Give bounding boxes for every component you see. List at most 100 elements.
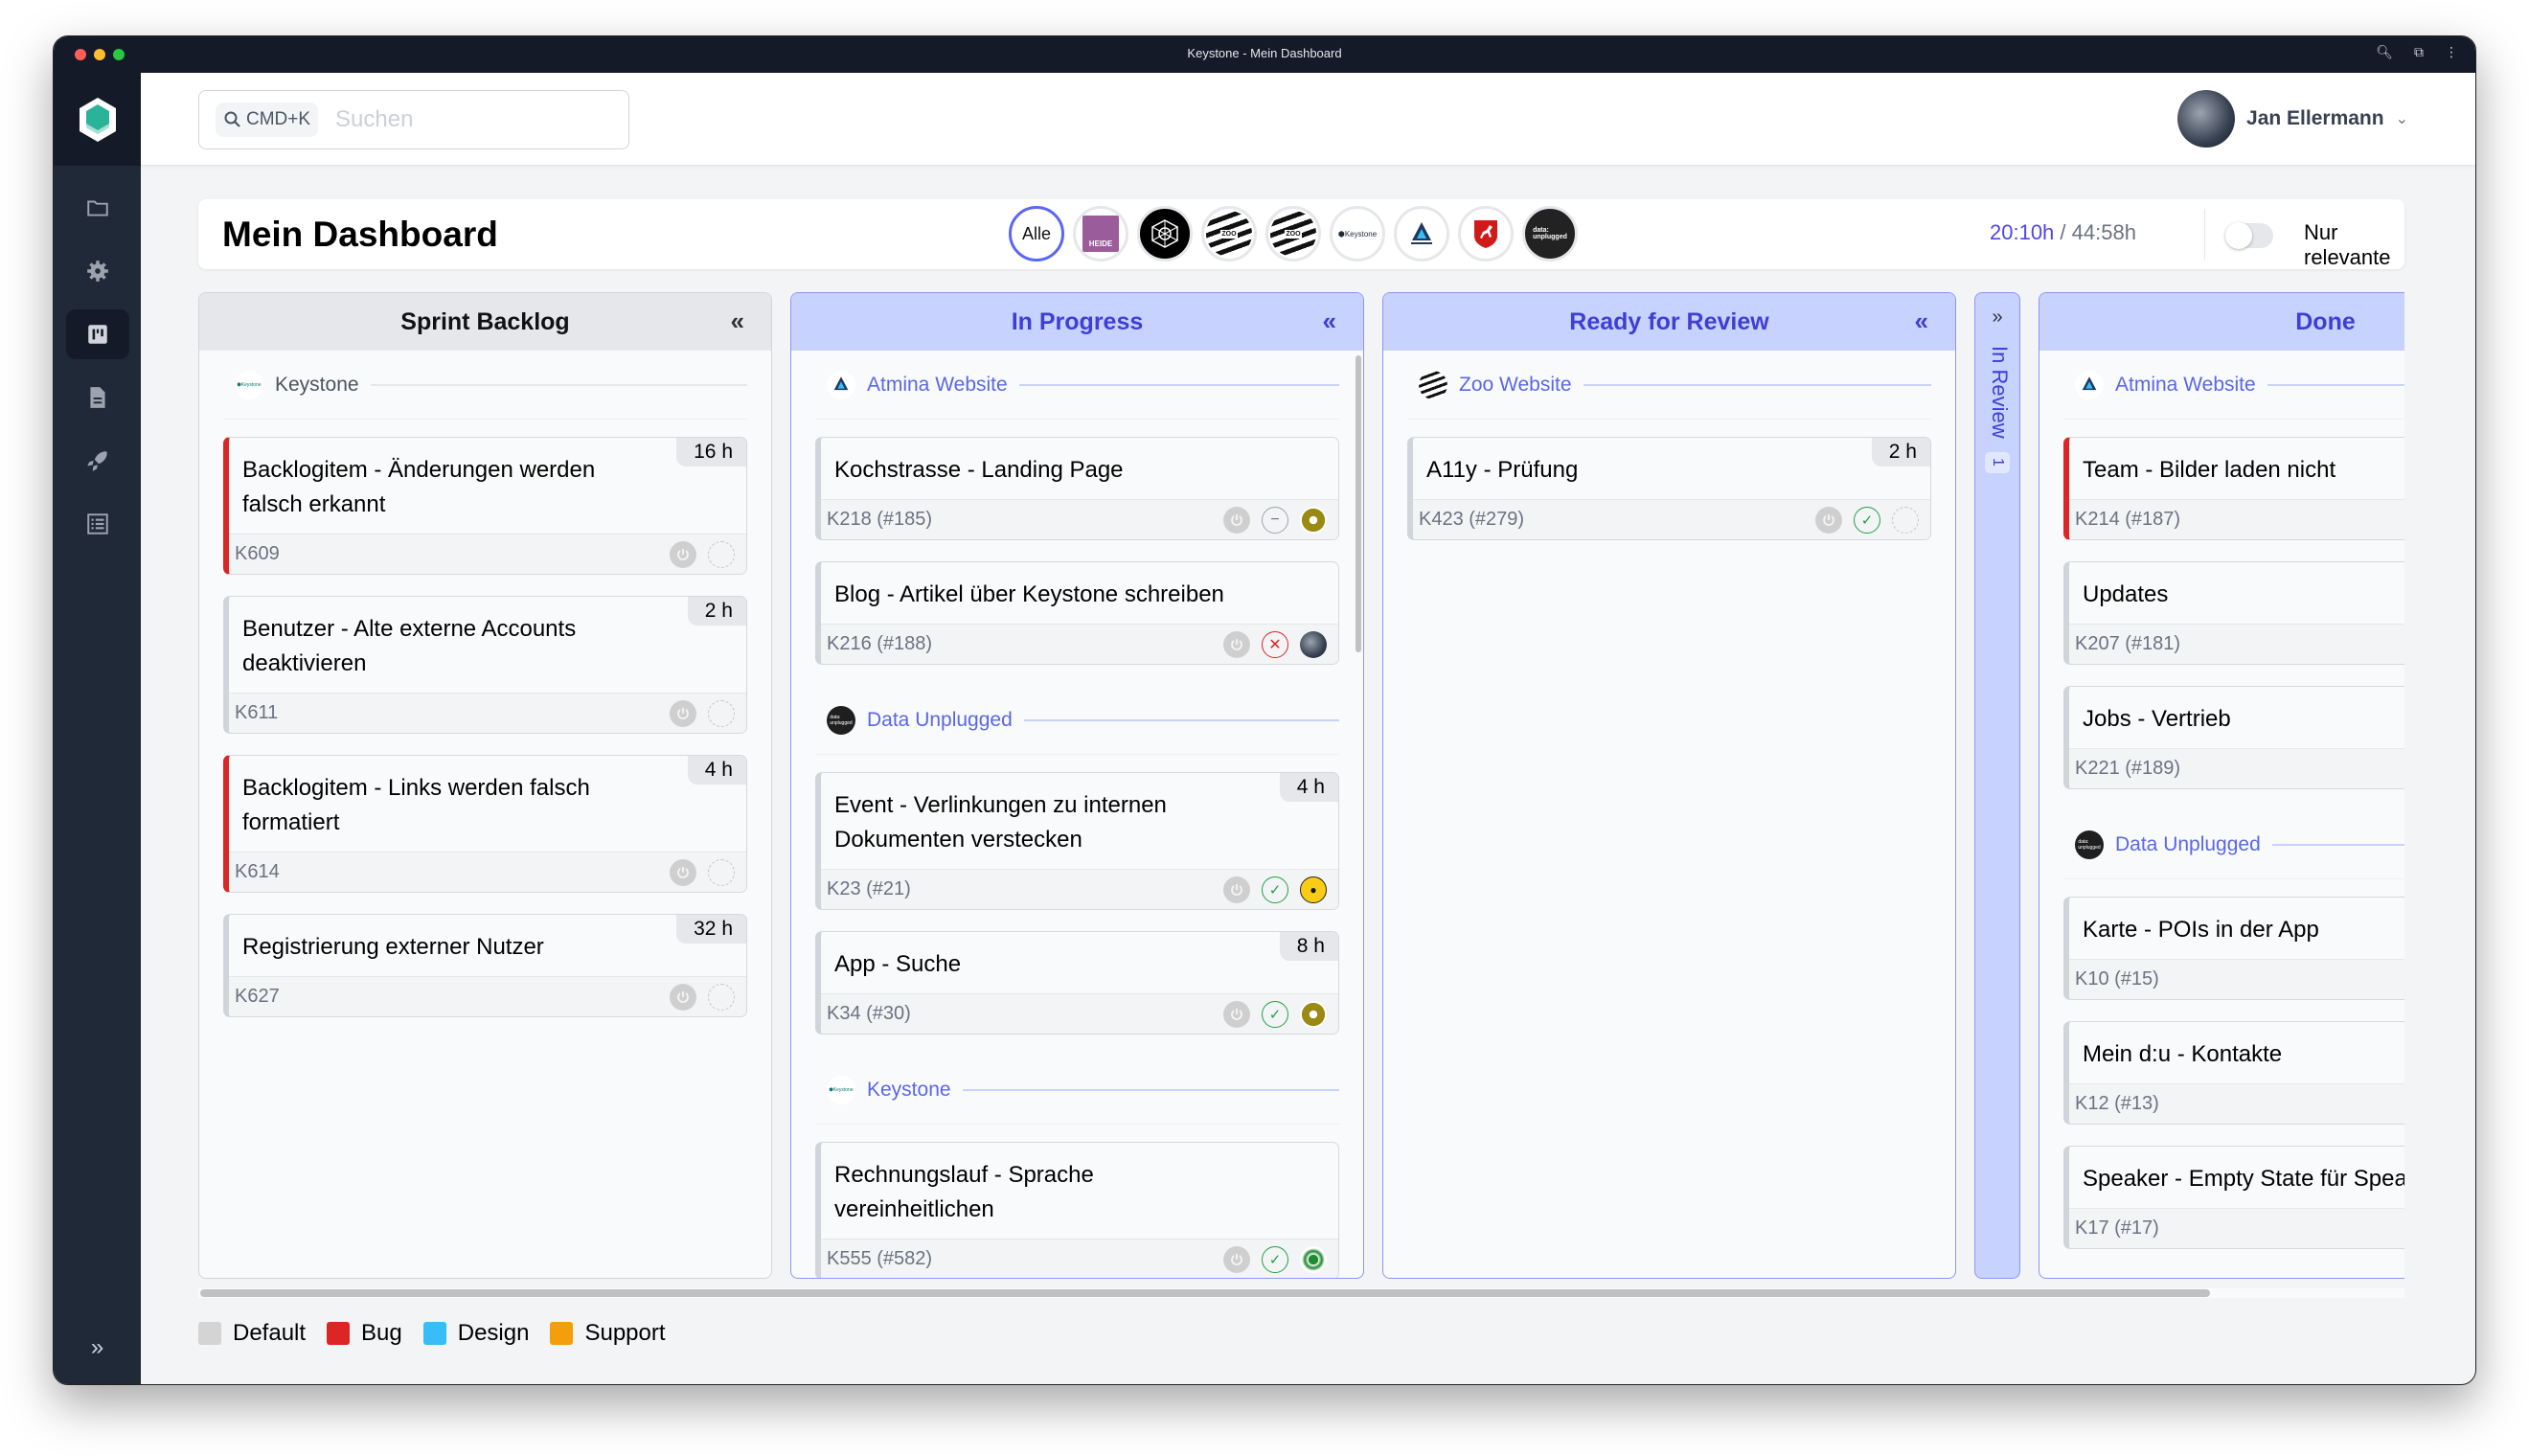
- project-group-name[interactable]: Zoo Website: [1459, 374, 1572, 397]
- collapse-column-button[interactable]: «: [1915, 307, 1928, 336]
- task-card[interactable]: Team - Bilder laden nicht K214 (#187): [2063, 437, 2404, 540]
- power-icon[interactable]: [1223, 1245, 1250, 1273]
- collapse-column-button[interactable]: «: [731, 307, 744, 336]
- zoo-logo-icon: ZOO: [1270, 211, 1316, 257]
- unassigned-avatar-icon[interactable]: [708, 699, 735, 727]
- project-group-name[interactable]: Keystone: [275, 374, 359, 397]
- extension-icon[interactable]: ⧉: [2414, 44, 2424, 60]
- power-icon[interactable]: [670, 699, 696, 727]
- user-menu[interactable]: Jan Ellermann ⌄: [2177, 90, 2408, 148]
- app-window: Keystone - Mein Dashboard 🔍︎ ⧉ ⋮ » CMD+K…: [53, 35, 2476, 1385]
- board-horizontal-scrollbar[interactable]: [198, 1288, 2404, 1298]
- divider: [1018, 383, 1339, 386]
- project-filter-lueneburger-heide[interactable]: HEIDE: [1073, 206, 1128, 262]
- task-card[interactable]: Speaker - Empty State für Speaker K17 (#…: [2063, 1146, 2404, 1249]
- assignee-avatar[interactable]: [1300, 630, 1327, 658]
- power-icon[interactable]: [670, 540, 696, 568]
- project-group-name[interactable]: Atmina Website: [867, 374, 1008, 397]
- card-title: Team - Bilder laden nicht: [2083, 457, 2336, 483]
- sidebar-item-documents[interactable]: [66, 373, 129, 422]
- page-title: Mein Dashboard: [222, 215, 498, 254]
- legend-label: Support: [584, 1320, 666, 1346]
- project-filter-all[interactable]: Alle: [1009, 206, 1064, 262]
- sidebar-item-list[interactable]: [66, 499, 129, 549]
- task-card[interactable]: Jobs - Vertrieb K221 (#189): [2063, 686, 2404, 789]
- power-icon[interactable]: [670, 983, 696, 1011]
- assignee-avatar[interactable]: [1300, 1245, 1327, 1273]
- task-card[interactable]: Backlogitem - Links werden falsch format…: [223, 755, 747, 893]
- project-filter-network[interactable]: [1137, 206, 1193, 262]
- approved-status-icon[interactable]: ✓: [1854, 506, 1880, 534]
- approved-status-icon[interactable]: ✓: [1262, 1000, 1288, 1028]
- power-icon[interactable]: [1223, 1000, 1250, 1028]
- task-card[interactable]: App - Suche 8 h K34 (#30) ✓: [815, 931, 1339, 1035]
- more-menu-icon[interactable]: ⋮: [2445, 44, 2458, 60]
- rejected-status-icon[interactable]: ✕: [1262, 630, 1288, 658]
- card-id: K207 (#181): [2075, 633, 2181, 654]
- column-header: Sprint Backlog «: [199, 293, 771, 351]
- task-card[interactable]: Karte - POIs in der App K10 (#15): [2063, 897, 2404, 1000]
- window-title: Keystone - Mein Dashboard: [1187, 46, 1342, 60]
- shortcut-label: CMD+K: [246, 109, 311, 129]
- task-card[interactable]: Benutzer - Alte externe Accounts deaktiv…: [223, 596, 747, 734]
- legend-swatch: [327, 1322, 351, 1345]
- task-card[interactable]: Blog - Artikel über Keystone schreiben K…: [815, 561, 1339, 665]
- divider: [962, 1088, 1339, 1091]
- task-card[interactable]: Mein d:u - Kontakte K12 (#13): [2063, 1021, 2404, 1125]
- task-card[interactable]: Rechnungslauf - Sprache vereinheitlichen…: [815, 1142, 1339, 1278]
- search-shortcut: CMD+K: [216, 102, 319, 137]
- sidebar-item-settings[interactable]: [66, 246, 129, 296]
- task-card[interactable]: A11y - Prüfung 2 h K423 (#279) ✓: [1407, 437, 1931, 540]
- project-group-name[interactable]: Data Unplugged: [867, 709, 1013, 732]
- relevant-only-toggle[interactable]: [2225, 222, 2273, 249]
- project-group-name[interactable]: Keystone: [867, 1079, 951, 1102]
- column-in-review-collapsed[interactable]: » In Review 1: [1974, 292, 2020, 1279]
- task-card[interactable]: Kochstrasse - Landing Page K218 (#185) −: [815, 437, 1339, 540]
- divider: [370, 383, 747, 386]
- sidebar: »: [54, 73, 141, 1384]
- search-box[interactable]: CMD+K: [198, 90, 629, 149]
- power-icon[interactable]: [1223, 630, 1250, 658]
- unassigned-avatar-icon[interactable]: [1892, 506, 1919, 534]
- sidebar-item-board[interactable]: [65, 309, 129, 359]
- power-icon[interactable]: [1223, 506, 1250, 534]
- assignee-avatar[interactable]: [1300, 506, 1327, 534]
- pending-status-icon[interactable]: −: [1262, 506, 1288, 534]
- expand-column-button[interactable]: »: [1975, 307, 2019, 329]
- zoom-icon[interactable]: 🔍︎: [2376, 44, 2393, 60]
- scrollbar-thumb[interactable]: [200, 1289, 2210, 1297]
- app-logo[interactable]: [54, 73, 141, 166]
- power-icon[interactable]: [1223, 876, 1250, 903]
- column-scrollbar[interactable]: [1356, 355, 1361, 652]
- power-icon[interactable]: [670, 858, 696, 886]
- unassigned-avatar-icon[interactable]: [708, 540, 735, 568]
- power-icon[interactable]: [1815, 506, 1842, 534]
- project-filter-erlebnis-zoo-2[interactable]: ZOO: [1265, 206, 1321, 262]
- search-input[interactable]: [335, 106, 576, 133]
- project-group-name[interactable]: Data Unplugged: [2115, 833, 2261, 856]
- task-card[interactable]: Backlogitem - Änderungen werden falsch e…: [223, 437, 747, 575]
- task-card[interactable]: Event - Verlinkungen zu internen Dokumen…: [815, 772, 1339, 910]
- expand-sidebar-button[interactable]: »: [54, 1334, 141, 1361]
- task-card[interactable]: Registrierung externer Nutzer 32 h K627: [223, 914, 747, 1017]
- project-filter-data-unplugged[interactable]: data: unplugged: [1522, 206, 1578, 262]
- collapse-column-button[interactable]: «: [1323, 307, 1336, 336]
- project-group-name[interactable]: Atmina Website: [2115, 374, 2256, 397]
- card-footer: K609: [229, 534, 746, 574]
- task-card[interactable]: Updates K207 (#181): [2063, 561, 2404, 665]
- approved-status-icon[interactable]: ✓: [1262, 1245, 1288, 1273]
- assignee-avatar[interactable]: ●: [1300, 876, 1327, 903]
- project-filter-keystone[interactable]: ⬢Keystone: [1330, 206, 1385, 262]
- project-filter-erlebnis-zoo[interactable]: ZOO: [1201, 206, 1257, 262]
- top-header: CMD+K Jan Ellermann ⌄: [141, 73, 2475, 166]
- column-title: Ready for Review: [1569, 307, 1769, 335]
- card-footer: K555 (#582) ✓: [821, 1239, 1338, 1278]
- sidebar-item-projects[interactable]: [66, 183, 129, 233]
- project-filter-atmina[interactable]: [1394, 206, 1449, 262]
- approved-status-icon[interactable]: ✓: [1262, 876, 1288, 903]
- unassigned-avatar-icon[interactable]: [708, 983, 735, 1011]
- project-filter-niedersachsen[interactable]: [1458, 206, 1514, 262]
- unassigned-avatar-icon[interactable]: [708, 858, 735, 886]
- assignee-avatar[interactable]: [1300, 1000, 1327, 1028]
- sidebar-item-releases[interactable]: [66, 436, 129, 486]
